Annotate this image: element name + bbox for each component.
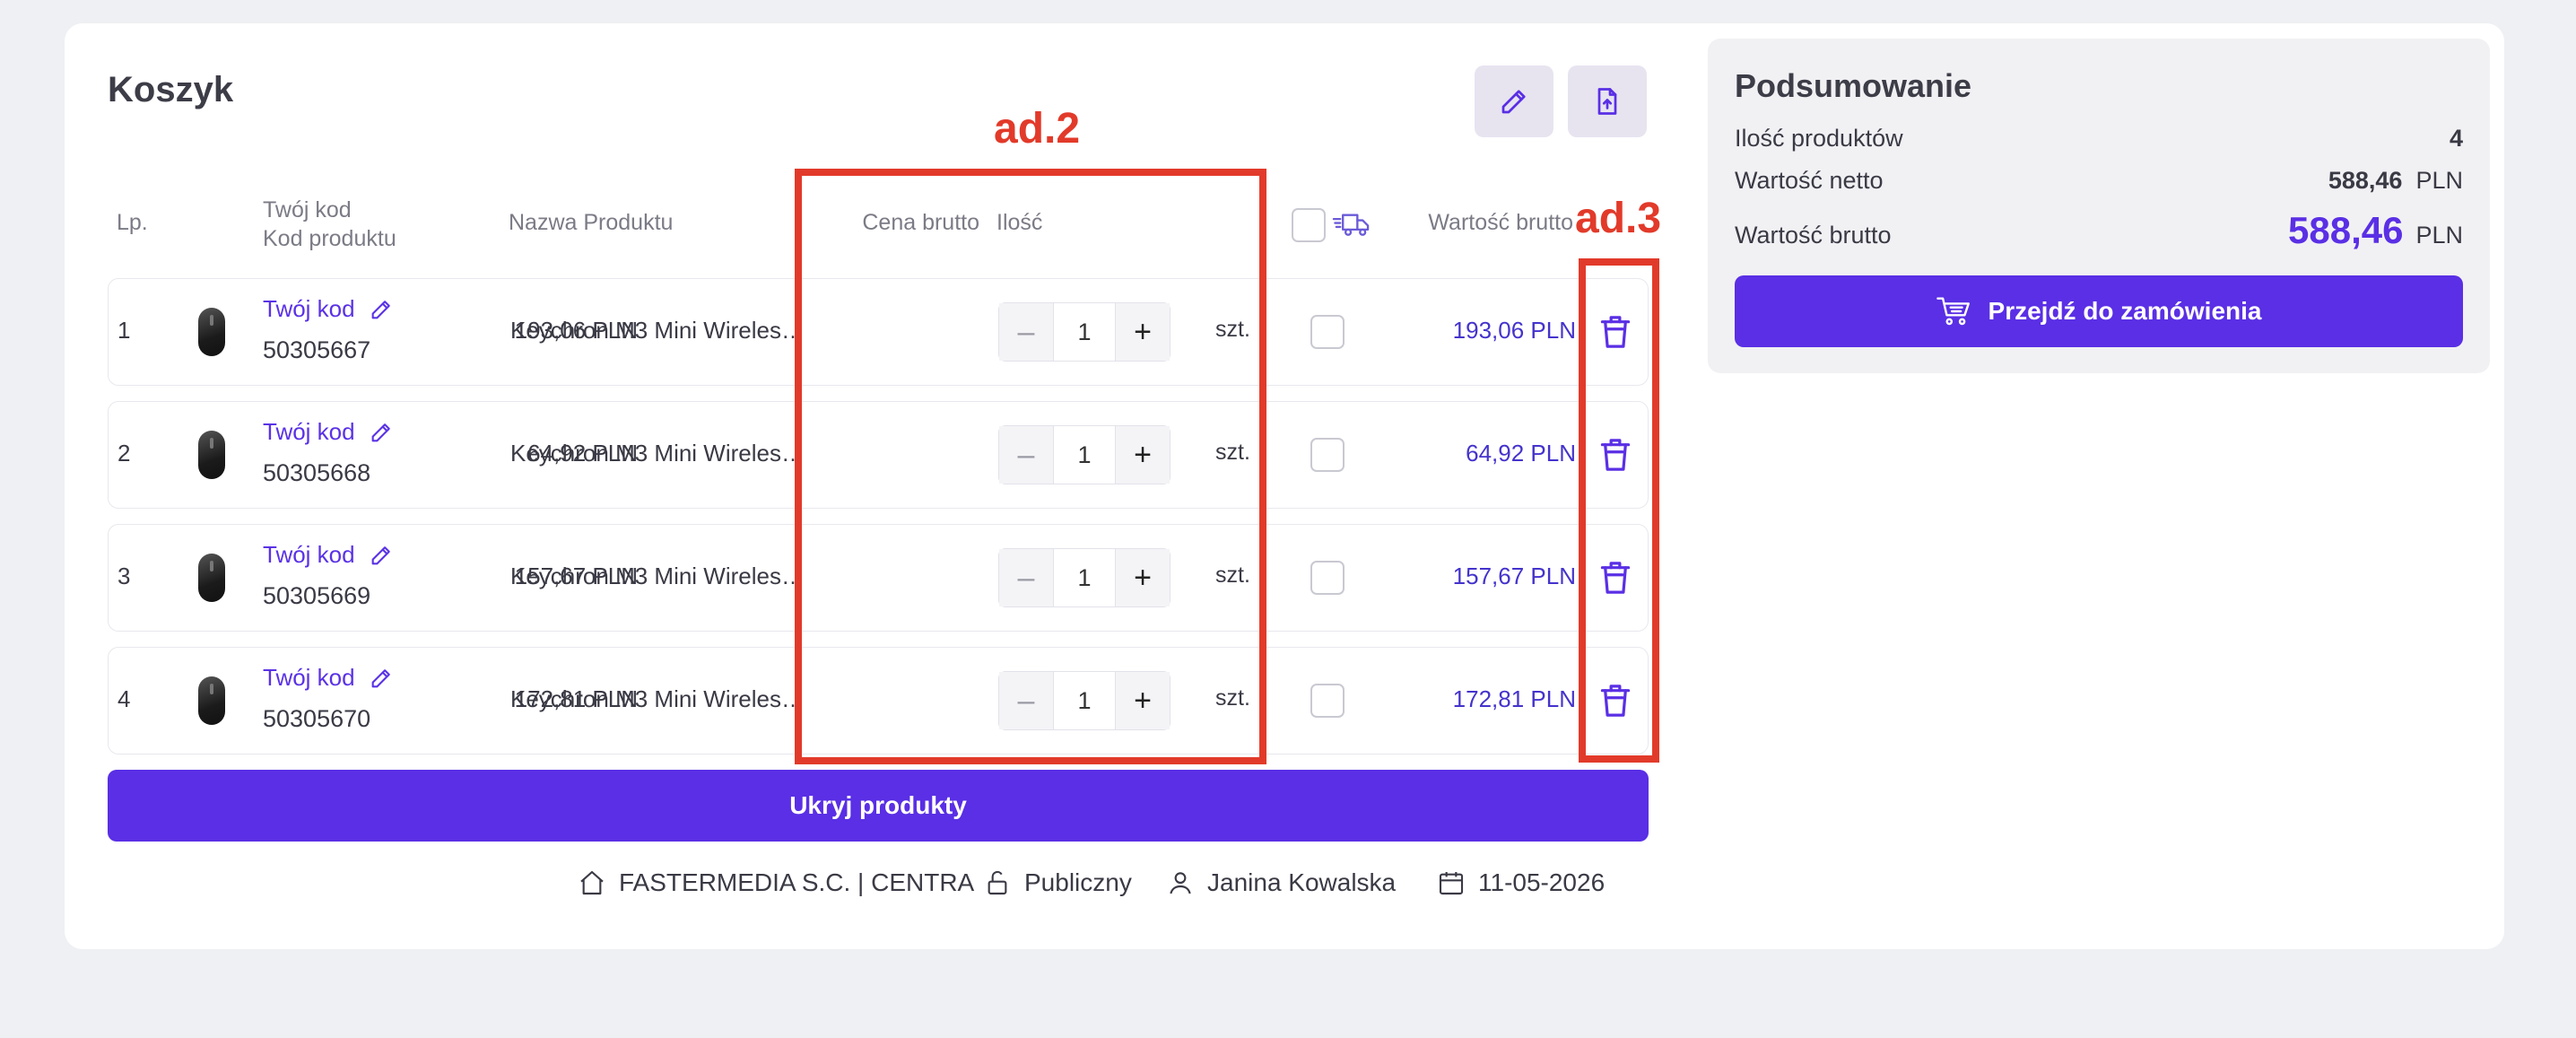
edit-cart-button[interactable] xyxy=(1475,65,1553,137)
your-code-link[interactable]: Twój kod xyxy=(263,664,355,692)
hide-products-button[interactable]: Ukryj produkty xyxy=(108,770,1649,842)
calendar-icon xyxy=(1439,872,1464,895)
product-code: 50305667 xyxy=(263,336,371,363)
annotation-box-delete xyxy=(1579,258,1659,763)
cart-icon xyxy=(1936,297,1970,326)
product-thumbnail xyxy=(198,431,225,479)
home-icon xyxy=(580,870,604,895)
pencil-icon[interactable] xyxy=(369,297,394,322)
pencil-icon[interactable] xyxy=(369,543,394,568)
gross-price: 64,92 PLN xyxy=(527,440,638,467)
row-lp: 4 xyxy=(117,685,131,712)
gross-price: 172,81 PLN xyxy=(514,685,638,712)
export-cart-button[interactable] xyxy=(1568,65,1647,137)
delivery-checkbox[interactable] xyxy=(1310,438,1345,472)
your-code-link[interactable]: Twój kod xyxy=(263,295,355,323)
product-code: 50305670 xyxy=(263,705,371,732)
summary-count: Ilość produktów 4 xyxy=(1735,125,2463,152)
meta-user: Janina Kowalska xyxy=(1166,868,1396,897)
header-product-name: Nazwa Produktu xyxy=(509,210,674,235)
go-to-order-button[interactable]: Przejdź do zamówienia xyxy=(1735,275,2463,347)
product-code: 50305669 xyxy=(263,582,371,609)
cart-title: Koszyk xyxy=(108,70,234,109)
summary-panel: Podsumowanie Ilość produktów 4 Wartość n… xyxy=(1708,39,2490,373)
gross-price: 157,67 PLN xyxy=(514,563,638,589)
pencil-icon[interactable] xyxy=(369,666,394,691)
row-lp: 1 xyxy=(117,317,131,344)
pencil-icon[interactable] xyxy=(369,420,394,445)
gross-value: 193,06 PLN xyxy=(1452,317,1576,344)
pencil-icon xyxy=(1501,90,1526,114)
your-code-link[interactable]: Twój kod xyxy=(263,418,355,446)
annotation-label-2: ad.2 xyxy=(994,105,1081,153)
your-code-link[interactable]: Twój kod xyxy=(263,541,355,569)
gross-value: 172,81 PLN xyxy=(1452,685,1576,712)
gross-value: 157,67 PLN xyxy=(1452,563,1576,589)
product-thumbnail xyxy=(198,676,225,725)
summary-title: Podsumowanie xyxy=(1735,67,1972,104)
delivery-checkbox[interactable] xyxy=(1310,315,1345,349)
summary-gross: Wartość brutto 588,46 PLN xyxy=(1735,209,2463,251)
header-your-code: Twój kod Kod produktu xyxy=(263,197,396,251)
user-icon xyxy=(1170,872,1191,894)
gross-value: 64,92 PLN xyxy=(1466,440,1576,467)
file-upload-icon xyxy=(1597,88,1617,115)
meta-visibility: Publiczny xyxy=(983,868,1132,897)
truck-icon xyxy=(1332,214,1370,236)
annotation-label-3: ad.3 xyxy=(1575,195,1662,242)
meta-date: 11-05-2026 xyxy=(1437,868,1605,897)
annotation-box-quantity xyxy=(795,169,1266,764)
delivery-checkbox[interactable] xyxy=(1310,561,1345,595)
meta-company: FASTERMEDIA S.C. | CENTRA xyxy=(578,868,974,897)
delivery-checkbox[interactable] xyxy=(1310,684,1345,718)
product-code: 50305668 xyxy=(263,459,371,486)
gross-price: 193,06 PLN xyxy=(514,317,638,344)
unlock-icon xyxy=(988,870,1007,895)
product-thumbnail xyxy=(198,308,225,356)
header-lp: Lp. xyxy=(117,210,148,235)
header-gross-value: Wartość brutto xyxy=(1428,210,1573,235)
row-lp: 2 xyxy=(117,440,131,467)
row-lp: 3 xyxy=(117,563,131,589)
select-all-checkbox[interactable] xyxy=(1292,208,1326,242)
summary-net: Wartość netto 588,46 PLN xyxy=(1735,167,2463,194)
product-thumbnail xyxy=(198,554,225,602)
